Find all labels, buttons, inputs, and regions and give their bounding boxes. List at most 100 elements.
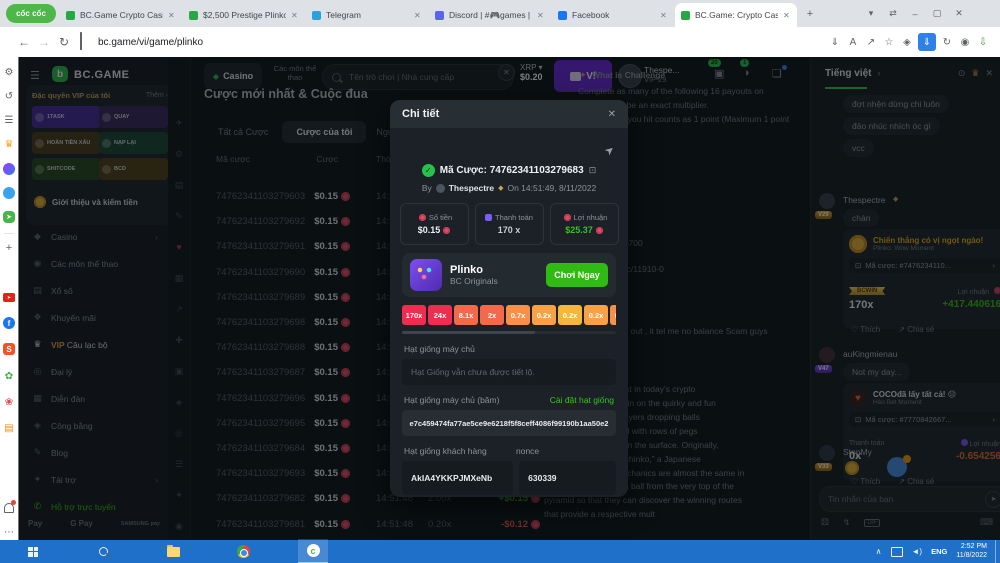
language-indicator[interactable]: ENG (931, 547, 947, 556)
client-seed-field[interactable]: AkIA4YKKPJMXeNb (402, 461, 514, 495)
show-desktop-button[interactable] (995, 540, 1000, 563)
copy-icon[interactable]: ⊡ (589, 165, 597, 176)
stat-value: $25.37 (565, 225, 593, 235)
tray-chevron-icon[interactable]: ∧ (876, 547, 882, 556)
multiplier-chip: 0.7x (610, 305, 616, 325)
modal-title: Chi tiết (402, 108, 440, 120)
maximize-icon[interactable]: ▢ (926, 2, 948, 26)
tab-favicon (558, 10, 567, 20)
share-bet-icon[interactable]: ➤ (602, 143, 617, 158)
tab-search-icon[interactable]: ▾ (860, 2, 882, 26)
browser-tab[interactable]: Discord | #🎮games | BC G (429, 3, 551, 27)
browser-toolbar: ← → ↻ bc.game/vi/game/plinko ⇓ A ↗ ☆ ◈ ⇓… (0, 27, 1000, 58)
modal-close-icon[interactable]: ✕ (608, 109, 616, 120)
cart-icon[interactable]: ▤ (2, 421, 16, 435)
window-close-icon[interactable]: ✕ (948, 2, 970, 26)
taskbar-search-icon[interactable] (88, 540, 118, 563)
server-seed-label: Hạt giống máy chủ (404, 344, 475, 354)
volume-icon[interactable]: ◄) (912, 547, 923, 556)
tab-title: Facebook (572, 10, 610, 20)
games-icon[interactable]: ➤ (3, 211, 15, 223)
downloads-tray-icon[interactable]: ⇩ (974, 33, 992, 51)
tab-close-icon[interactable] (291, 11, 299, 20)
multiplier-chip: 170x (402, 305, 426, 325)
browser-tab[interactable]: Telegram (306, 3, 428, 27)
minimize-icon[interactable]: – (904, 2, 926, 26)
server-seed-field[interactable]: Hạt Giống vẫn chưa được tiết lộ. (402, 359, 616, 385)
bet-detail-modal: Chi tiết ✕ ➤ ✓ Mã Cược: 7476234110327968… (390, 100, 628, 497)
coccoc-logo[interactable]: cốc cốc (6, 4, 56, 23)
rose-shop-icon[interactable]: ❀ (2, 395, 16, 409)
session-restore-icon[interactable]: ⇄ (882, 2, 904, 26)
server-seed-hash-value[interactable]: e7c459474fa77ae5ce9e6218f5f8ceff4086f991… (402, 410, 616, 436)
tab-favicon (312, 10, 321, 20)
chrome-icon[interactable] (228, 540, 258, 563)
messenger-icon[interactable] (3, 163, 15, 175)
start-button[interactable] (18, 540, 48, 563)
tab-close-icon[interactable] (414, 11, 422, 20)
download-manager-icon[interactable]: ⇓ (918, 33, 936, 51)
player-name[interactable]: Thespectre (449, 183, 494, 193)
zalo-icon[interactable] (3, 187, 15, 199)
clock[interactable]: 2:52 PM 11/8/2022 (956, 543, 987, 561)
notification-bell-icon[interactable] (2, 500, 16, 515)
multiplier-chip: 8.1x (454, 305, 478, 325)
add-app-icon[interactable]: + (2, 241, 16, 255)
coccoc-logo-label: cốc cốc (16, 9, 46, 18)
history-icon[interactable]: ↺ (2, 89, 16, 103)
share-icon[interactable]: ↗ (862, 33, 880, 51)
multiplier-chip: 24x (428, 305, 452, 325)
browser-tab[interactable]: BC.Game: Crypto Casino Ga (675, 3, 797, 27)
youtube-icon[interactable]: ➤ (3, 293, 15, 302)
bet-id-row: ✓ Mã Cược: 74762341103279683 ⊡ (390, 164, 628, 177)
forward-icon[interactable]: → (34, 32, 54, 52)
window-controls: ▾ ⇄ – ▢ ✕ (860, 0, 970, 27)
network-icon[interactable] (890, 546, 903, 557)
stat-amount-box: Số tiền $0.15 (399, 203, 469, 245)
sync-icon[interactable]: ↻ (938, 33, 956, 51)
bookmark-star-icon[interactable]: ☆ (880, 33, 898, 51)
translate-icon[interactable]: A (844, 33, 862, 51)
nonce-field[interactable]: 630339 (519, 461, 616, 495)
tab-close-icon[interactable] (168, 11, 176, 20)
browser-tab[interactable]: $2,500 Prestige Plinko Chall (183, 3, 305, 27)
file-explorer-icon[interactable] (158, 540, 188, 563)
plant-shop-icon[interactable]: ✿ (2, 369, 16, 383)
crown-icon[interactable]: ♛ (2, 137, 16, 151)
browser-tab[interactable]: BC.Game Crypto Casino Ga (60, 3, 182, 27)
tab-strip: BC.Game Crypto Casino Ga $2,500 Prestige… (60, 0, 800, 27)
tab-close-icon[interactable] (660, 11, 668, 20)
play-now-button[interactable]: Chơi Ngay (546, 263, 608, 287)
stat-value: $0.15 (417, 225, 441, 235)
taskbar: c ∧ ◄) ENG 2:52 PM 11/8/2022 (0, 539, 1000, 563)
lock-icon (80, 32, 92, 51)
multiplier-scrollbar[interactable] (402, 331, 616, 334)
coccoc-taskbar-icon[interactable]: c (298, 539, 328, 563)
newsfeed-icon[interactable]: ☰ (2, 113, 16, 127)
verified-check-icon: ✓ (421, 164, 435, 177)
address-bar[interactable]: bc.game/vi/game/plinko (98, 37, 203, 48)
tab-favicon (66, 10, 75, 20)
tab-close-icon[interactable] (783, 11, 791, 20)
more-icon[interactable]: ⋯ (2, 525, 16, 539)
player-avatar-icon (435, 183, 445, 193)
tab-title: Telegram (326, 10, 361, 20)
facebook-icon[interactable]: f (3, 317, 15, 329)
browser-tab[interactable]: Facebook (552, 3, 674, 27)
browser-tab-bar: cốc cốc BC.Game Crypto Casino Ga $2,500 … (0, 0, 1000, 27)
scrollbar-thumb[interactable] (402, 331, 535, 334)
stat-value: 170 x (497, 225, 521, 235)
payout-icon (485, 214, 493, 221)
new-tab-button[interactable]: + (800, 5, 820, 23)
reload-icon[interactable]: ↻ (54, 32, 74, 52)
coin-icon (595, 226, 603, 234)
save-page-icon[interactable]: ⇓ (826, 33, 844, 51)
shopee-icon[interactable]: S (3, 343, 15, 355)
stat-payout-box: Thanh toán 170 x (474, 203, 544, 245)
settings-icon[interactable]: ⚙ (2, 65, 16, 79)
profile-icon[interactable]: ◉ (956, 33, 974, 51)
seed-settings-link[interactable]: Cài đặt hạt giống (550, 395, 614, 405)
back-icon[interactable]: ← (14, 32, 34, 52)
tab-close-icon[interactable] (537, 11, 545, 20)
shield-icon[interactable]: ◈ (898, 33, 916, 51)
